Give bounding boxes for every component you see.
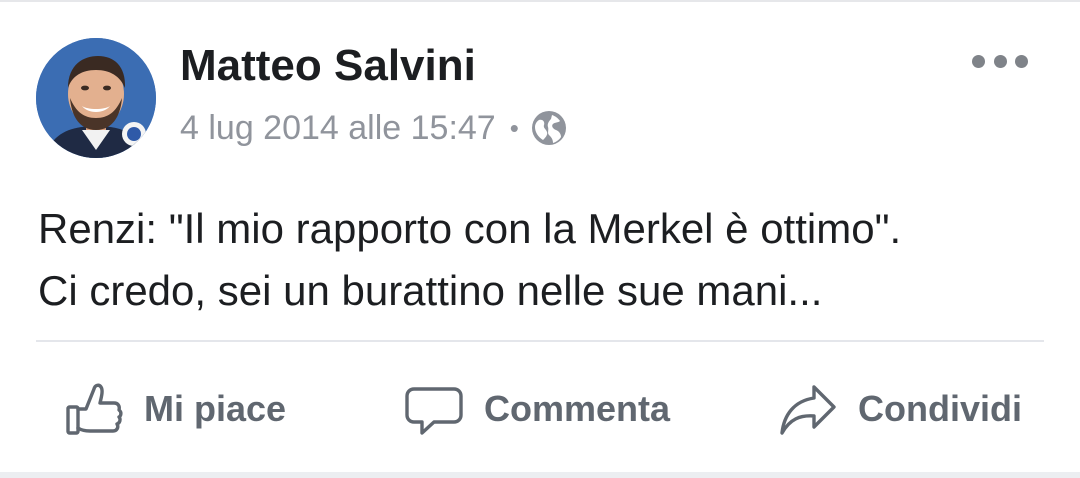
post-meta: 4 lug 2014 alle 15:47 • <box>180 106 567 150</box>
comment-button[interactable]: Commenta <box>404 370 670 448</box>
post-timestamp[interactable]: 4 lug 2014 alle 15:47 <box>180 109 496 148</box>
share-arrow-icon <box>778 379 838 439</box>
comment-label: Commenta <box>484 388 671 429</box>
post-text-line: Ci credo, sei un burattino nelle sue man… <box>38 267 823 314</box>
bottom-divider <box>0 472 1080 478</box>
like-label: Mi piace <box>144 388 287 429</box>
actions-divider <box>36 340 1044 342</box>
globe-icon <box>531 110 567 146</box>
share-button[interactable]: Condividi <box>778 370 1022 448</box>
like-button[interactable]: Mi piace <box>64 370 286 448</box>
post-actions-bar: Mi piace Commenta Condividi <box>0 370 1080 448</box>
post-text-line: Renzi: "Il mio rapporto con la Merkel è … <box>38 205 902 252</box>
share-label: Condividi <box>858 388 1022 429</box>
avatar[interactable] <box>36 38 156 158</box>
thumbs-up-icon <box>64 379 124 439</box>
comment-bubble-icon <box>404 379 464 439</box>
facebook-post: Matteo Salvini 4 lug 2014 alle 15:47 • R… <box>0 0 1080 478</box>
author-name[interactable]: Matteo Salvini <box>180 40 476 92</box>
more-options-icon[interactable] <box>972 48 1028 74</box>
post-text: Renzi: "Il mio rapporto con la Merkel è … <box>38 198 1048 322</box>
meta-separator: • <box>509 112 519 143</box>
profile-photo <box>36 38 156 158</box>
